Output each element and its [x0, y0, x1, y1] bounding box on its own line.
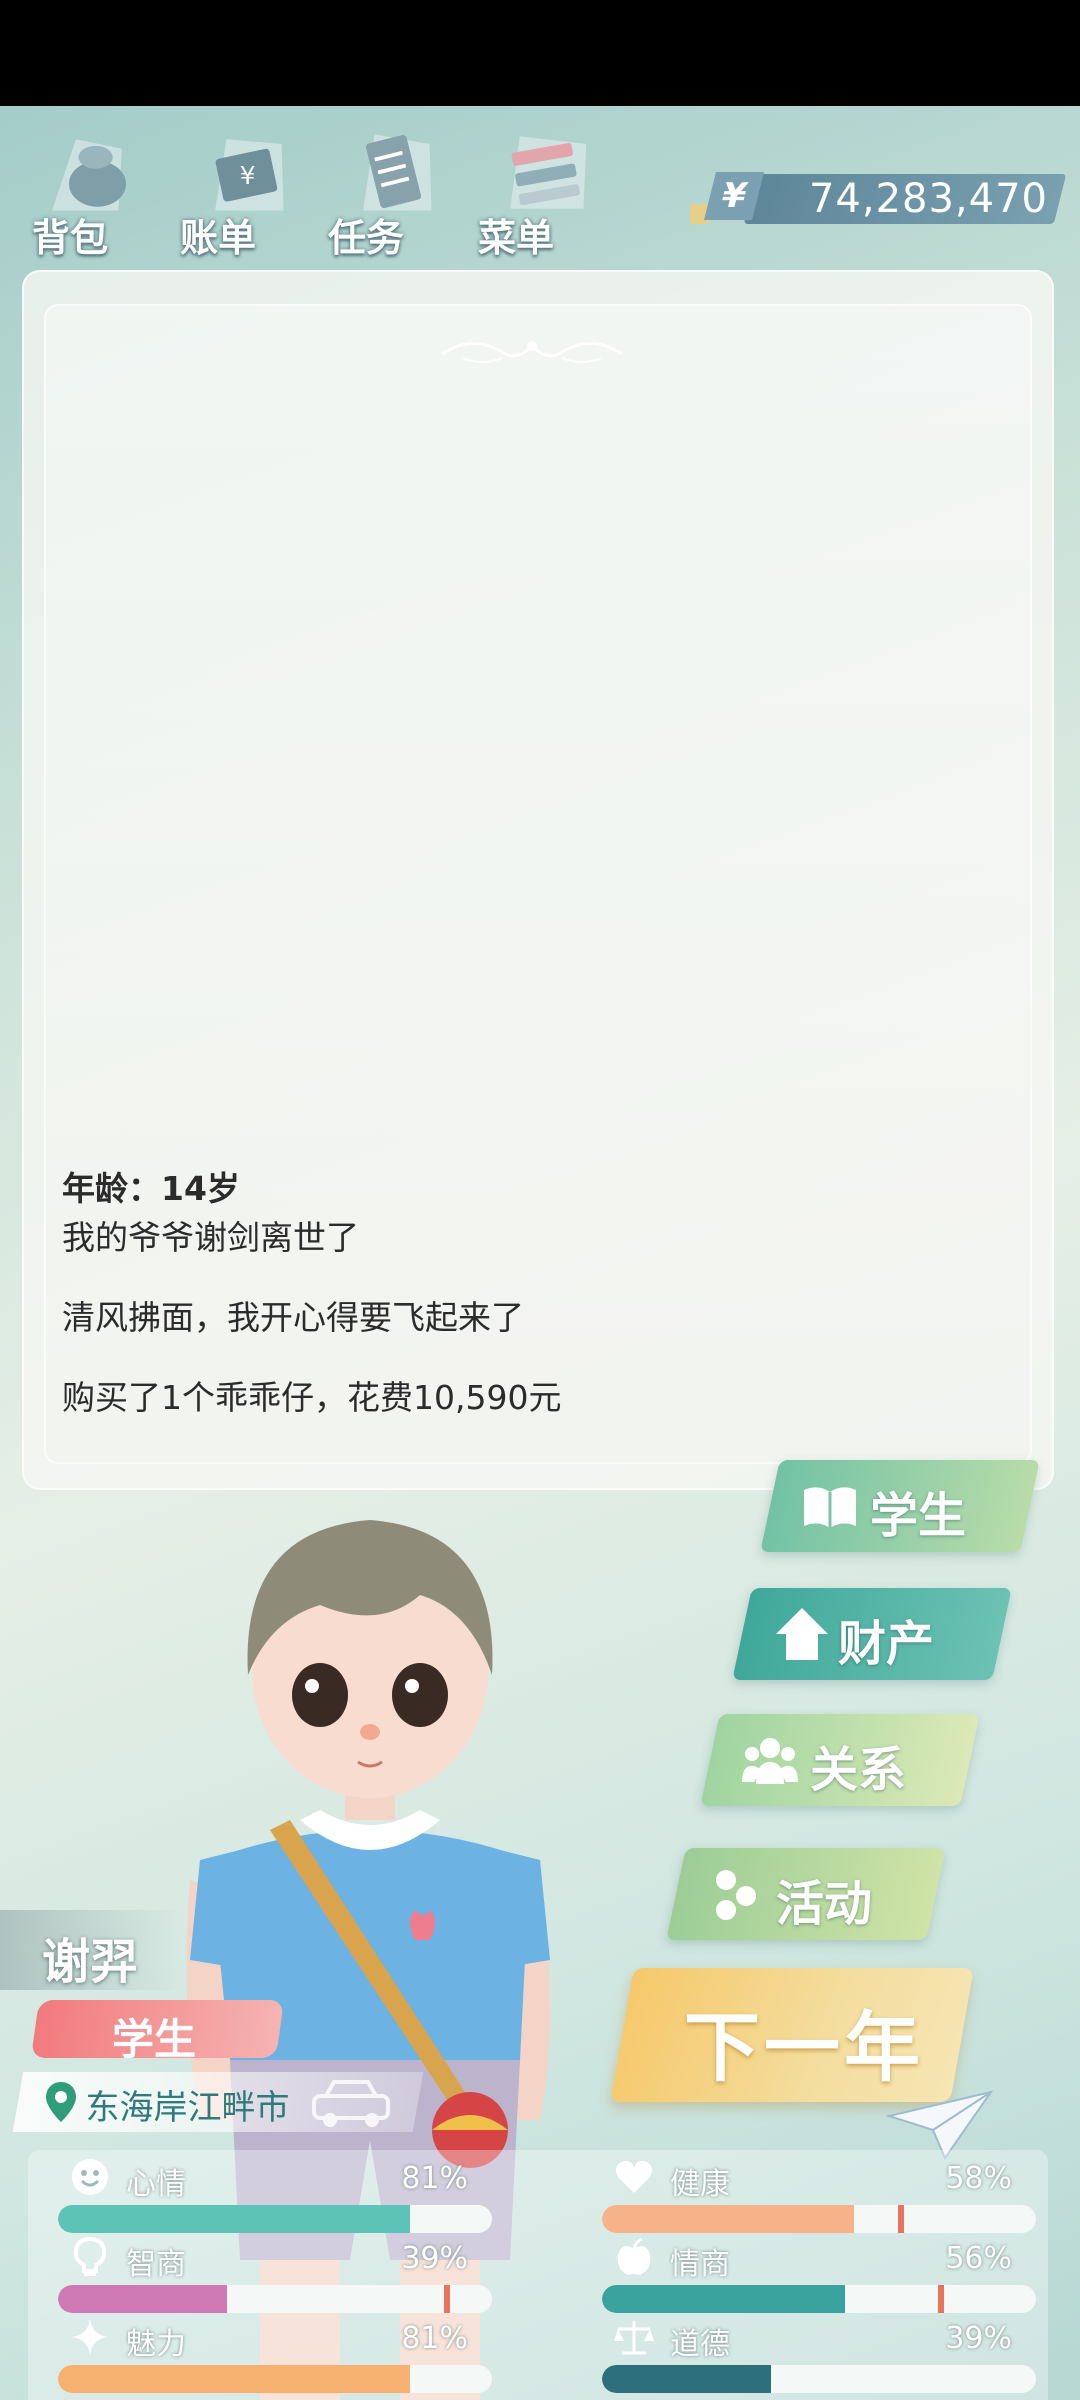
heart-icon	[616, 2160, 652, 2193]
character-name: 谢羿	[42, 1934, 139, 1990]
stat-label: 情商	[670, 2247, 730, 2282]
book-icon	[804, 1487, 856, 1528]
top-menu: 背包 ¥ 账单 任务 菜单	[20, 115, 640, 265]
stat-bar-fill	[58, 2365, 410, 2393]
backpack-label: 背包	[32, 216, 109, 260]
stat-value: 81%	[401, 2161, 468, 2196]
status-bar	[0, 0, 1080, 106]
money-value: 74,283,470	[808, 176, 1048, 222]
next-year-label: 下一年	[684, 2003, 924, 2092]
stat-label: 智商	[126, 2247, 186, 2282]
stat-bar-fill	[602, 2205, 854, 2233]
menu-button[interactable]: 菜单	[466, 115, 606, 265]
activity-dots-icon	[716, 1870, 756, 1920]
stat-marker	[938, 2285, 944, 2313]
stat-iq: 智商 39%	[28, 2235, 492, 2313]
role-badge: 学生	[30, 2000, 285, 2064]
backpack-button[interactable]: 背包	[20, 115, 160, 265]
student-button[interactable]: 学生	[760, 1460, 1040, 1552]
money-display: ¥ 74,283,470	[690, 172, 1067, 224]
stat-bar	[602, 2285, 1036, 2313]
house-icon	[776, 1608, 828, 1660]
task-button[interactable]: 任务	[316, 115, 456, 265]
stat-label: 心情	[126, 2167, 186, 2202]
stat-value: 56%	[945, 2241, 1012, 2276]
apple-icon	[617, 2237, 651, 2275]
ornament-icon	[441, 341, 623, 363]
stat-value: 39%	[401, 2241, 468, 2276]
stat-bar	[602, 2205, 1036, 2233]
stat-label: 健康	[670, 2167, 730, 2202]
stat-bar-fill	[58, 2205, 410, 2233]
bill-label: 账单	[180, 216, 257, 260]
stat-value: 58%	[945, 2161, 1012, 2196]
bill-icon: ¥	[215, 139, 284, 211]
activities-label: 活动	[776, 1876, 873, 1932]
svg-text:¥: ¥	[240, 161, 256, 190]
stat-bar	[58, 2365, 492, 2393]
stat-label: 道德	[670, 2327, 730, 2362]
log-entry: 清风拂面，我开心得要飞起来了	[62, 1298, 524, 1337]
stat-health: 健康 58%	[572, 2155, 1036, 2233]
event-log: 年龄：14岁 我的爷爷谢剑离世了 清风拂面，我开心得要飞起来了 购买了1个乖乖仔…	[62, 1162, 962, 1456]
stat-morality: 道德 39%	[572, 2315, 1036, 2393]
car-icon	[312, 2080, 390, 2127]
stat-value: 81%	[401, 2321, 468, 2356]
role-label: 学生	[111, 2015, 196, 2064]
student-label: 学生	[870, 1488, 967, 1544]
stat-charm: 魅力 81%	[28, 2315, 492, 2393]
stat-bar-fill	[602, 2285, 846, 2313]
menu-label: 菜单	[478, 216, 555, 260]
stat-mood: 心情 81%	[28, 2155, 492, 2233]
stat-bar	[58, 2205, 492, 2233]
bill-button[interactable]: ¥ 账单	[168, 115, 308, 265]
sparkle-icon	[72, 2319, 108, 2355]
stat-marker	[898, 2205, 904, 2233]
property-label: 财产	[838, 1616, 935, 1672]
smiley-icon	[72, 2159, 108, 2195]
menu-icon	[510, 136, 587, 209]
activities-button[interactable]: 活动	[666, 1848, 946, 1940]
stat-bar-fill	[602, 2365, 772, 2393]
stat-value: 39%	[945, 2321, 1012, 2356]
stat-bar-fill	[58, 2285, 228, 2313]
relations-label: 关系	[810, 1742, 907, 1798]
backpack-icon	[52, 139, 126, 211]
log-entry: 我的爷爷谢剑离世了	[62, 1218, 359, 1257]
people-icon	[742, 1738, 798, 1784]
task-label: 任务	[328, 216, 405, 260]
stat-eq: 情商 56%	[572, 2235, 1036, 2313]
scales-icon	[614, 2321, 654, 2355]
stat-label: 魅力	[126, 2327, 186, 2362]
property-button[interactable]: 财产	[732, 1588, 1012, 1680]
log-entry: 购买了1个乖乖仔，花费10,590元	[62, 1378, 562, 1417]
stat-marker	[444, 2285, 450, 2313]
lightbulb-icon	[73, 2237, 107, 2276]
relations-button[interactable]: 关系	[700, 1714, 980, 1806]
age-label: 年龄：14岁	[62, 1169, 240, 1208]
stats-panel: 心情 81% 健康 58% 智商 39% 情商 56% 魅力 81% 道德 39…	[28, 2150, 1048, 2400]
stat-bar	[602, 2365, 1036, 2393]
stat-bar	[58, 2285, 492, 2313]
location-label: 东海岸江畔市	[85, 2088, 290, 2128]
task-list-icon	[363, 134, 432, 211]
location-pin-icon	[46, 2082, 76, 2122]
location-tag[interactable]: 东海岸江畔市	[12, 2072, 424, 2132]
